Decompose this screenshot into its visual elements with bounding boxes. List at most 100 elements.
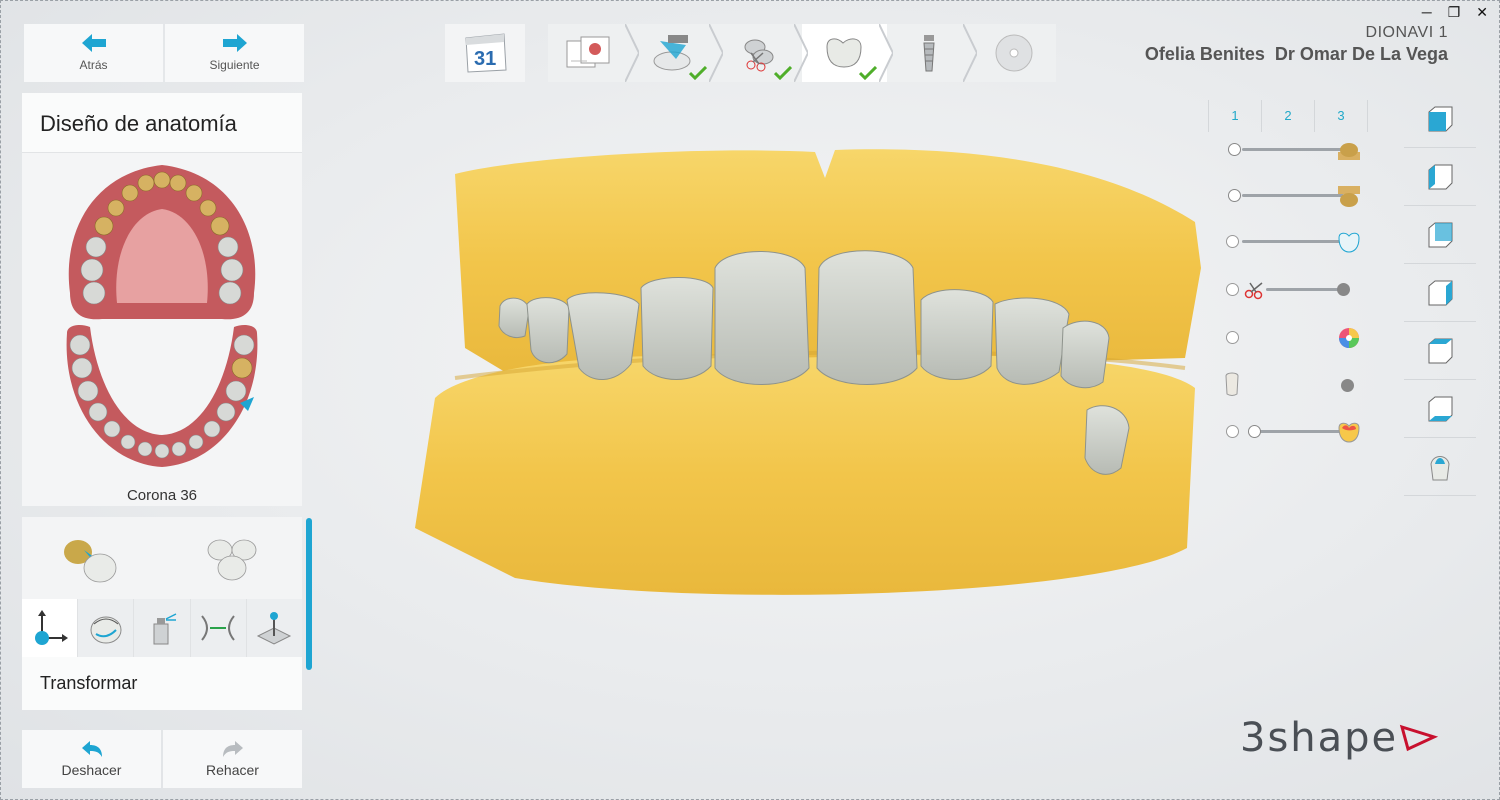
view-crown-icon — [1430, 455, 1450, 480]
next-button[interactable]: Siguiente — [165, 24, 304, 82]
view-back-icon — [1428, 222, 1453, 247]
distance-map-radio[interactable] — [1226, 425, 1239, 438]
minimize-icon[interactable]: ─ — [1422, 4, 1432, 21]
view-front-button[interactable] — [1404, 90, 1476, 148]
step-design[interactable] — [802, 24, 893, 82]
close-icon[interactable]: ✕ — [1476, 4, 1488, 21]
slider-knob[interactable] — [1341, 379, 1354, 392]
tool-contact[interactable] — [190, 599, 246, 657]
disc-icon — [995, 34, 1033, 72]
slider-knob[interactable] — [1337, 283, 1350, 296]
crown-icon — [1338, 232, 1360, 253]
tooth-chart[interactable]: Corona 36 — [22, 153, 302, 506]
view-right-button[interactable] — [1404, 264, 1476, 322]
slider-knob[interactable] — [1248, 425, 1261, 438]
view-top-icon — [1428, 338, 1453, 363]
calendar-day: 31 — [474, 48, 496, 70]
color-map-row[interactable] — [1226, 326, 1359, 350]
upper-model-slider[interactable] — [1226, 138, 1360, 162]
scissors-icon — [1244, 282, 1263, 300]
calendar-button[interactable]: 31 — [445, 24, 525, 82]
workflow-bar — [548, 24, 1056, 82]
distance-map-slider[interactable] — [1226, 420, 1360, 444]
crown-radio[interactable] — [1226, 235, 1239, 248]
check-icon — [774, 66, 793, 80]
undo-icon — [81, 741, 102, 757]
multiple-crowns-icon[interactable] — [200, 530, 264, 586]
antagonist-row[interactable] — [1225, 372, 1356, 398]
arrow-left-icon — [81, 34, 106, 52]
model-viewport[interactable] — [395, 128, 1225, 608]
crown-slider[interactable] — [1226, 230, 1360, 254]
visibility-panel: 1 2 3 — [1208, 100, 1368, 460]
implant-icon — [923, 35, 935, 72]
redo-label: Rehacer — [206, 762, 259, 778]
undo-button[interactable]: Deshacer — [22, 730, 161, 788]
redo-icon — [222, 741, 243, 757]
patient-name: Ofelia Benites — [1144, 44, 1265, 64]
tooth-preview-icon — [1225, 372, 1239, 396]
brand-logo: 3shape — [1240, 715, 1439, 761]
redo-button[interactable]: Rehacer — [163, 730, 302, 788]
slider-knob[interactable] — [1228, 189, 1241, 202]
sculpt-icon — [90, 616, 122, 644]
layer-tab-3[interactable]: 3 — [1315, 100, 1368, 132]
view-left-icon — [1428, 164, 1453, 189]
clipping-radio[interactable] — [1226, 283, 1239, 296]
logo-text: 3shape — [1240, 715, 1399, 761]
window-controls: ─ ❐ ✕ — [1422, 4, 1488, 21]
tool-panel: Transformar — [22, 517, 303, 710]
copy-crown-icon[interactable] — [60, 530, 124, 586]
step-output[interactable] — [971, 24, 1056, 82]
back-label: Atrás — [79, 58, 108, 72]
active-tool-label: Transformar — [22, 657, 302, 710]
lower-model-slider[interactable] — [1226, 184, 1360, 208]
next-label: Siguiente — [209, 58, 260, 72]
anatomy-panel: Diseño de anatomía Corona 36 — [22, 93, 302, 506]
step-order-form[interactable] — [548, 24, 639, 82]
case-info: DIONAVI 1 Ofelia Benites Dr Omar De La V… — [1145, 24, 1448, 65]
slider-track — [1254, 430, 1344, 433]
layer-tab-2[interactable]: 2 — [1262, 100, 1315, 132]
view-top-button[interactable] — [1404, 322, 1476, 380]
dental-model-3d[interactable] — [395, 128, 1225, 608]
jaw-diagram[interactable] — [22, 153, 302, 483]
tool-row — [22, 599, 303, 657]
view-bottom-button[interactable] — [1404, 380, 1476, 438]
undo-label: Deshacer — [61, 762, 122, 778]
step-navigation: Atrás Siguiente — [24, 24, 304, 82]
tool-sculpt[interactable] — [78, 599, 134, 657]
selected-tooth-caption: Corona 36 — [126, 487, 198, 504]
layer-tabs: 1 2 3 — [1208, 100, 1368, 132]
tool-transform[interactable] — [22, 599, 78, 657]
order-form-icon — [566, 36, 610, 68]
place-icon — [257, 612, 292, 645]
layer-tab-1[interactable]: 1 — [1208, 100, 1262, 132]
restore-icon[interactable]: ❐ — [1448, 4, 1461, 21]
transform-icon — [34, 610, 68, 645]
arrow-right-icon — [222, 34, 247, 52]
tool-place[interactable] — [246, 599, 303, 657]
tool-panel-scrollbar[interactable] — [306, 518, 312, 670]
view-left-button[interactable] — [1404, 148, 1476, 206]
clipping-slider[interactable] — [1226, 278, 1356, 302]
view-controls — [1404, 90, 1476, 496]
back-button[interactable]: Atrás — [24, 24, 163, 82]
color-wheel-icon — [1339, 328, 1359, 348]
view-right-icon — [1428, 280, 1453, 305]
step-scan[interactable] — [633, 24, 724, 82]
view-crown-button[interactable] — [1404, 438, 1476, 496]
view-back-button[interactable] — [1404, 206, 1476, 264]
step-trim[interactable] — [717, 24, 809, 82]
lower-model-icon — [1338, 186, 1360, 207]
tool-spray[interactable] — [134, 599, 190, 657]
color-map-radio[interactable] — [1226, 331, 1239, 344]
slider-track — [1242, 240, 1344, 243]
lower-model — [415, 355, 1195, 595]
step-implant[interactable] — [887, 24, 978, 82]
slider-knob[interactable] — [1228, 143, 1241, 156]
case-names: Ofelia Benites Dr Omar De La Vega — [1145, 44, 1448, 65]
history-controls: Deshacer Rehacer — [22, 730, 302, 788]
calendar-icon: 31 — [465, 33, 507, 73]
heatmap-crown-icon — [1338, 422, 1360, 443]
